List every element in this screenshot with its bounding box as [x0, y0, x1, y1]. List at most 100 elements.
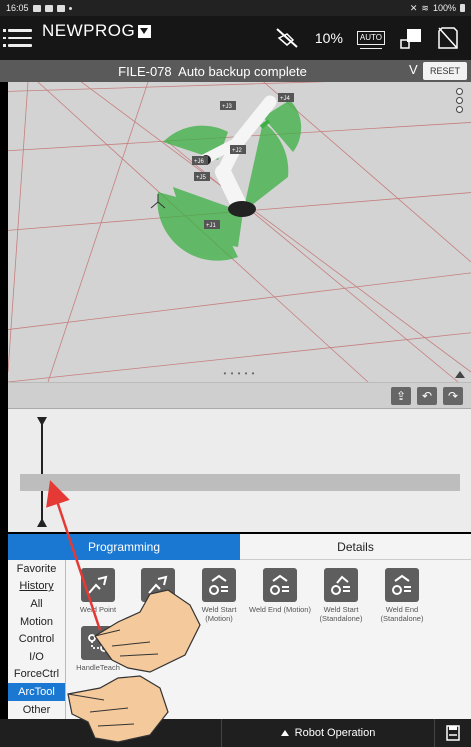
banner-text: Auto backup complete — [178, 63, 307, 79]
category-control[interactable]: Control — [8, 630, 65, 648]
cursor-bottom-marker — [37, 518, 47, 527]
battery-icon — [460, 4, 465, 12]
robot-operation-button[interactable]: Robot Operation — [222, 719, 434, 747]
teach-pendant-icon[interactable] — [399, 26, 423, 50]
menu-button[interactable] — [0, 16, 36, 60]
category-label: I/O — [29, 650, 44, 663]
instruction-weld-start-standalone[interactable]: Weld Start (Standalone) — [309, 568, 373, 623]
dropdown-icon — [138, 24, 152, 38]
tab-details[interactable]: Details — [240, 534, 471, 560]
speed-tool-icon[interactable] — [273, 26, 301, 50]
instruction-label: HandleTeach — [76, 663, 120, 672]
category-label: Other — [22, 703, 51, 716]
category-history[interactable]: History — [8, 578, 65, 596]
banner-message: FILE-078 Auto backup complete — [0, 64, 425, 79]
expand-up-icon — [280, 730, 289, 736]
save-button[interactable] — [434, 719, 471, 747]
instruction-weld-end-motion[interactable]: Weld End (Motion) — [248, 568, 312, 614]
instruction-label: Weld Start (Standalone) — [319, 605, 363, 623]
cursor-top-marker — [37, 417, 47, 426]
weld-point-icon — [81, 568, 115, 602]
program-selector[interactable]: NEWPROG — [42, 16, 152, 41]
stop-icon[interactable] — [437, 26, 459, 50]
more-notifications-icon — [68, 6, 72, 10]
wifi-icon: ≋ — [421, 2, 429, 13]
battery-level: 100% — [432, 3, 456, 13]
instruction-label: Weld Start (Motion) — [201, 605, 237, 623]
dot — [456, 106, 463, 113]
redo-icon[interactable]: ↷ — [443, 386, 463, 405]
category-motion[interactable]: Motion — [8, 613, 65, 631]
weld-end-motion-icon — [263, 568, 297, 602]
category-label: Favorite — [16, 562, 57, 575]
expand-up-icon[interactable] — [455, 371, 465, 378]
category-arctool[interactable]: ArcTool — [8, 683, 65, 701]
file-banner[interactable]: FILE-078 Auto backup complete V RESET — [0, 60, 471, 82]
weld-end-standalone-icon — [385, 568, 419, 602]
category-favorite[interactable]: Favorite — [8, 560, 65, 578]
save-icon — [446, 725, 460, 741]
speed-override[interactable]: 10% — [315, 30, 343, 46]
category-label: Control — [18, 633, 55, 646]
auto-mode-icon[interactable]: AUTO — [356, 31, 385, 49]
resize-handle[interactable]: • • • • • — [224, 369, 256, 378]
timeline-track[interactable] — [20, 474, 460, 491]
instruction-weld-point[interactable]: Weld Point — [66, 568, 130, 614]
robot-3d-view[interactable]: +J1 +J2 +J3 +J4 +J5 +J6 • • • • • — [8, 82, 471, 382]
instruction-handle-teach[interactable]: HandleTeach — [66, 626, 130, 672]
joint-label-j5: +J5 — [196, 175, 207, 181]
upload-icon[interactable]: ⇪ — [391, 386, 411, 405]
handle-teach-icon — [81, 626, 115, 660]
notification-icon — [56, 4, 65, 12]
weld-start-standalone-icon — [324, 568, 358, 602]
weld-icon — [141, 568, 175, 602]
joint-label-j1: +J1 — [206, 223, 217, 229]
instruction-weld-start-motion[interactable]: Weld Start (Motion) — [187, 568, 251, 623]
joint-label-j2: +J2 — [232, 148, 243, 154]
category-io[interactable]: I/O — [8, 648, 65, 666]
program-timeline[interactable] — [8, 408, 471, 532]
dot — [456, 88, 463, 95]
instruction-categories: Favorite History All Motion Control I/O … — [8, 560, 66, 719]
instruction-palette: Weld Point Weld Weld Start (Motion) Weld… — [66, 560, 471, 719]
tab-programming[interactable]: Programming — [8, 534, 240, 560]
view-options-icon[interactable] — [456, 88, 463, 113]
joint-label-j3: +J3 — [222, 104, 233, 110]
instruction-label: Weld Point — [79, 605, 117, 614]
category-label: ForceCtrl — [13, 668, 60, 681]
undo-icon[interactable]: ↶ — [417, 386, 437, 405]
weld-start-motion-icon — [202, 568, 236, 602]
gallery-icon — [32, 4, 41, 12]
robot-operation-label: Robot Operation — [294, 727, 376, 739]
program-name: NEWPROG — [42, 21, 136, 40]
bottom-bar: Play Robot Operation — [0, 719, 471, 747]
menu-icon-line — [3, 44, 32, 47]
expand-icon[interactable]: V — [409, 62, 418, 77]
dot — [456, 97, 463, 104]
banner-file: FILE-078 — [118, 63, 172, 79]
instruction-weld[interactable]: Weld — [126, 568, 190, 614]
edit-toolbar: ⇪ ↶ ↷ — [8, 382, 471, 408]
category-label: All — [30, 597, 43, 610]
bluetooth-icon: ✕ — [409, 2, 418, 13]
status-bar: 16:05 ✕ ≋ 100% — [0, 0, 471, 16]
joint-label-j4: +J4 — [280, 96, 291, 102]
menu-icon — [3, 29, 32, 32]
instruction-weld-end-standalone[interactable]: Weld End (Standalone) — [370, 568, 434, 623]
panel-tabs: Programming Details — [8, 534, 471, 560]
category-label: History — [19, 580, 54, 593]
category-other[interactable]: Other — [8, 701, 65, 719]
top-header: NEWPROG 10% AUTO — [0, 16, 471, 60]
reset-button[interactable]: RESET — [423, 62, 467, 80]
instruction-label: Weld — [149, 605, 167, 614]
timeline-cursor[interactable] — [41, 417, 43, 527]
category-all[interactable]: All — [8, 595, 65, 613]
category-label: ArcTool — [18, 685, 55, 698]
instruction-label: Weld End (Motion) — [249, 605, 311, 614]
robot-scene: +J1 +J2 +J3 +J4 +J5 +J6 — [8, 82, 471, 382]
category-forcectrl[interactable]: ForceCtrl — [8, 666, 65, 684]
notification-icon — [44, 4, 53, 12]
play-button[interactable]: Play — [0, 719, 222, 747]
menu-icon-line — [3, 36, 32, 40]
joint-label-j6: +J6 — [194, 159, 205, 165]
